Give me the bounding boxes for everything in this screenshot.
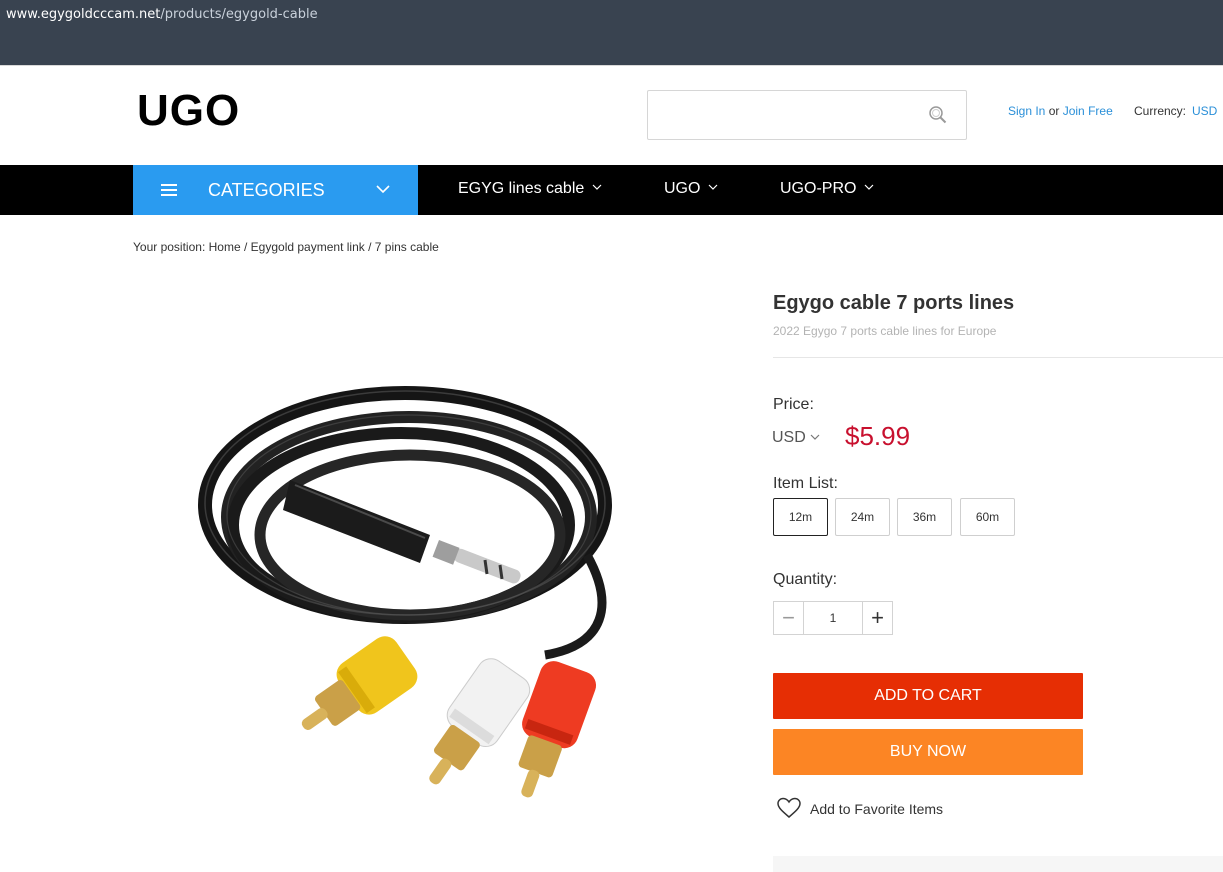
item-list-label: Item List:: [773, 475, 838, 492]
url-path: /products/egygold-cable: [160, 7, 318, 22]
categories-label: CATEGORIES: [208, 180, 325, 200]
chevron-down-icon: [810, 434, 820, 440]
breadcrumb-home[interactable]: Home: [209, 240, 241, 254]
main-nav: CATEGORIES EGYG lines cable UGO UGO-PRO: [0, 165, 1223, 215]
breadcrumb-category[interactable]: Egygold payment link: [251, 240, 365, 254]
nav-item-egyg-lines-cable[interactable]: EGYG lines cable: [458, 180, 602, 198]
add-to-cart-button[interactable]: ADD TO CART: [773, 673, 1083, 719]
price-label: Price:: [773, 396, 814, 413]
option-24m[interactable]: 24m: [835, 498, 890, 536]
quantity-input[interactable]: 1: [804, 602, 862, 634]
breadcrumb-current[interactable]: 7 pins cable: [375, 240, 439, 254]
site-logo[interactable]: UGO: [137, 86, 240, 136]
search-icon[interactable]: [928, 105, 948, 125]
search-box[interactable]: [647, 90, 967, 140]
option-36m[interactable]: 36m: [897, 498, 952, 536]
nav-item-label: EGYG lines cable: [458, 180, 585, 197]
breadcrumb-prefix: Your position:: [133, 240, 206, 254]
menu-icon: [161, 184, 177, 197]
product-image[interactable]: [195, 375, 635, 845]
url-text[interactable]: www.egygoldcccam.net/products/egygold-ca…: [6, 7, 318, 22]
browser-url-bar[interactable]: www.egygoldcccam.net/products/egygold-ca…: [0, 0, 1223, 65]
site-header: UGO Sign In or Join Free Currency: USD: [0, 65, 1223, 165]
divider: [773, 357, 1223, 358]
account-links: Sign In or Join Free: [1008, 104, 1113, 118]
categories-menu-button[interactable]: CATEGORIES: [133, 165, 418, 215]
nav-item-ugo[interactable]: UGO: [664, 180, 718, 198]
nav-item-label: UGO-PRO: [780, 180, 857, 197]
chevron-down-icon: [865, 184, 874, 190]
currency-label: Currency:: [1134, 104, 1187, 118]
chevron-down-icon: [376, 185, 390, 194]
breadcrumb: Your position: Home / Egygold payment li…: [133, 240, 439, 254]
price-currency-select[interactable]: USD: [772, 429, 820, 447]
quantity-label: Quantity:: [773, 571, 838, 588]
join-free-link[interactable]: Join Free: [1063, 104, 1113, 118]
price-currency: USD: [772, 429, 806, 446]
nav-item-label: UGO: [664, 180, 701, 197]
nav-item-ugo-pro[interactable]: UGO-PRO: [780, 180, 874, 198]
price-value: $5.99: [845, 421, 911, 451]
search-input[interactable]: [658, 103, 908, 127]
heart-icon: [777, 797, 801, 818]
bottom-panel: [773, 856, 1223, 872]
chevron-down-icon: [592, 184, 602, 190]
or-text: or: [1048, 104, 1060, 118]
product-subtitle: 2022 Egygo 7 ports cable lines for Europ…: [773, 324, 997, 338]
minus-icon[interactable]: −: [774, 602, 804, 634]
quantity-stepper: − 1 +: [773, 601, 893, 635]
url-host: www.egygoldcccam.net: [6, 7, 161, 22]
currency-value[interactable]: USD: [1192, 104, 1217, 118]
chevron-down-icon: [709, 184, 718, 190]
option-12m[interactable]: 12m: [773, 498, 828, 536]
breadcrumb-separator: /: [368, 240, 372, 254]
breadcrumb-separator: /: [243, 240, 248, 254]
sign-in-link[interactable]: Sign In: [1008, 104, 1045, 118]
plus-icon[interactable]: +: [862, 602, 892, 634]
option-60m[interactable]: 60m: [960, 498, 1015, 536]
currency-selector[interactable]: Currency: USD: [1134, 104, 1217, 118]
favorite-label: Add to Favorite Items: [810, 801, 944, 817]
buy-now-button[interactable]: BUY NOW: [773, 729, 1083, 775]
product-title: Egygo cable 7 ports lines: [773, 292, 1015, 314]
